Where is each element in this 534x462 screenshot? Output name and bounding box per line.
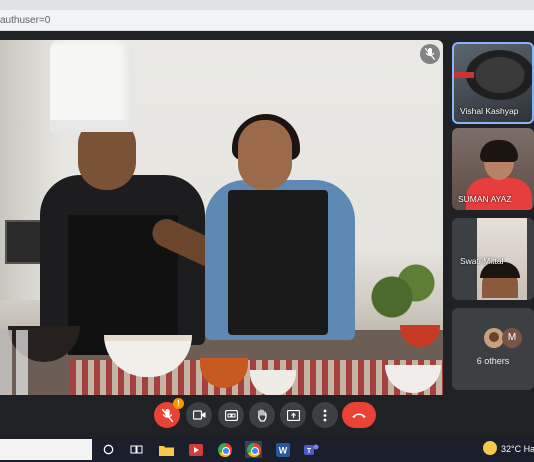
browser-tab-strip	[0, 0, 534, 10]
chrome-icon[interactable]	[216, 441, 233, 458]
svg-text:W: W	[278, 445, 287, 455]
participant-tile-swati[interactable]: Swati Mittal	[452, 218, 534, 300]
mic-off-icon	[161, 408, 173, 422]
svg-text:T: T	[307, 448, 312, 455]
participant-name: Vishal Kashyap	[460, 106, 519, 116]
present-button[interactable]	[280, 402, 306, 428]
meeting-controls-bar: !	[0, 395, 534, 435]
task-view-icon[interactable]	[128, 441, 145, 458]
cortana-icon[interactable]	[100, 441, 117, 458]
weather-temperature: 32°C Ha	[501, 444, 534, 454]
participant-tile-suman[interactable]: SUMAN AYAZ	[452, 128, 534, 210]
warning-icon: !	[173, 398, 184, 409]
weather-icon[interactable]	[483, 441, 497, 455]
camera-icon	[192, 410, 205, 420]
hang-up-icon	[352, 413, 366, 418]
taskbar-search-box[interactable]	[0, 439, 92, 460]
others-tile[interactable]: M 6 others	[452, 308, 534, 390]
teams-icon[interactable]: T	[303, 441, 320, 458]
participant-avatar	[484, 328, 504, 348]
video-chef-hat	[50, 40, 132, 132]
participant-avatar-letter: M	[502, 328, 522, 348]
captions-icon	[224, 409, 238, 421]
mic-off-icon	[420, 44, 440, 64]
video-pan-handle	[454, 72, 474, 78]
file-explorer-icon[interactable]	[158, 441, 175, 458]
url-text: authuser=0	[0, 15, 51, 26]
participant-tile-vishal[interactable]: Vishal Kashyap	[452, 42, 534, 124]
captions-button[interactable]	[218, 402, 244, 428]
video-woman-apron	[228, 190, 328, 335]
video-woman-head	[238, 120, 292, 190]
video-hair	[480, 140, 518, 162]
video-plant	[360, 255, 440, 325]
camera-button[interactable]	[186, 402, 212, 428]
raise-hand-button[interactable]	[249, 402, 275, 428]
others-count-label: 6 others	[476, 356, 510, 366]
participant-name: Swati Mittal	[460, 256, 504, 266]
word-icon[interactable]: W	[274, 441, 291, 458]
hand-icon	[258, 408, 267, 422]
chrome-active-icon[interactable]	[245, 441, 262, 458]
present-icon	[286, 409, 300, 421]
main-video-tile[interactable]	[0, 40, 443, 421]
participant-name: SUMAN AYAZ	[458, 194, 512, 204]
more-vert-icon	[323, 409, 327, 421]
leave-call-button[interactable]	[342, 402, 376, 428]
media-player-icon[interactable]	[187, 441, 204, 458]
browser-address-bar[interactable]: authuser=0	[0, 0, 534, 31]
video-pan	[466, 50, 532, 100]
microphone-button[interactable]: !	[154, 398, 184, 428]
more-options-button[interactable]	[312, 402, 338, 428]
windows-taskbar: W T 32°C Ha	[0, 437, 534, 462]
